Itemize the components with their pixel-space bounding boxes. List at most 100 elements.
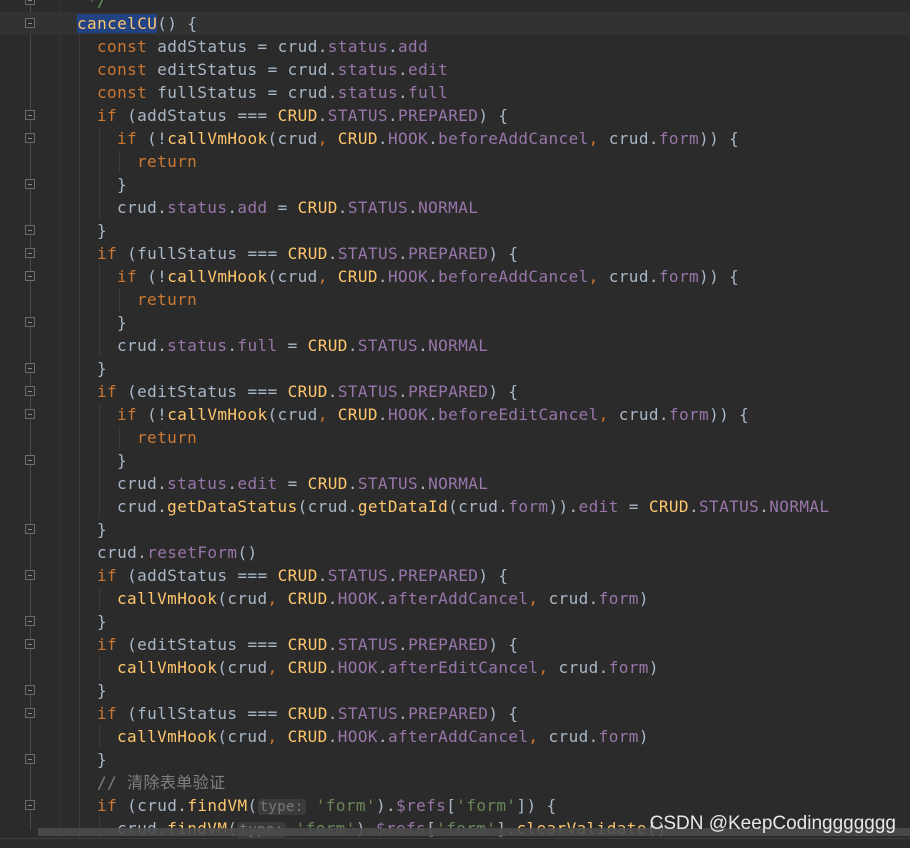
code-editor[interactable]: */ cancelCU() {const addStatus = crud.sta…	[0, 0, 910, 840]
code-token: (fullStatus ===	[127, 244, 288, 263]
code-line[interactable]: callVmHook(crud, CRUD.HOOK.afterAddCance…	[0, 725, 910, 748]
code-line[interactable]: if (fullStatus === CRUD.STATUS.PREPARED)…	[0, 242, 910, 265]
indent-guide	[79, 288, 80, 311]
indent-guide	[99, 472, 100, 495]
fold-toggle-icon[interactable]	[25, 179, 35, 189]
fold-toggle-icon[interactable]	[25, 639, 35, 649]
code-line[interactable]: return	[0, 288, 910, 311]
fold-toggle-icon[interactable]	[25, 708, 35, 718]
code-line[interactable]: */	[0, 0, 910, 12]
fold-toggle-icon[interactable]	[25, 248, 35, 258]
fold-toggle-icon[interactable]	[25, 685, 35, 695]
indent-guide	[79, 633, 80, 656]
fold-toggle-icon[interactable]	[25, 317, 35, 327]
code-token: */	[77, 0, 108, 10]
code-token: PREPARED	[398, 106, 479, 125]
code-token: form	[658, 267, 700, 286]
fold-toggle-icon[interactable]	[25, 616, 35, 626]
code-text: if (editStatus === CRUD.STATUS.PREPARED)…	[97, 380, 518, 403]
code-token: )	[638, 727, 649, 746]
code-line[interactable]: }	[0, 518, 910, 541]
code-token: CRUD	[277, 106, 318, 125]
code-line[interactable]: if (!callVmHook(crud, CRUD.HOOK.beforeEd…	[0, 403, 910, 426]
code-line[interactable]: return	[0, 426, 910, 449]
fold-toggle-icon[interactable]	[25, 455, 35, 465]
code-line[interactable]: if (fullStatus === CRUD.STATUS.PREPARED)…	[0, 702, 910, 725]
code-line[interactable]: const editStatus = crud.status.edit	[0, 58, 910, 81]
code-token: HOOK	[387, 129, 429, 148]
fold-toggle-icon[interactable]	[25, 386, 35, 396]
fold-toggle-icon[interactable]	[25, 363, 35, 373]
code-token: callVmHook	[117, 658, 218, 677]
code-line[interactable]: const addStatus = crud.status.add	[0, 35, 910, 58]
code-line[interactable]: return	[0, 150, 910, 173]
code-text: callVmHook(crud, CRUD.HOOK.afterAddCance…	[117, 725, 649, 748]
indent-guide	[79, 771, 80, 794]
code-line[interactable]: if (editStatus === CRUD.STATUS.PREPARED)…	[0, 380, 910, 403]
code-line[interactable]: if (addStatus === CRUD.STATUS.PREPARED) …	[0, 564, 910, 587]
code-line[interactable]: crud.getDataStatus(crud.getDataId(crud.f…	[0, 495, 910, 518]
fold-toggle-icon[interactable]	[25, 409, 35, 419]
code-token: .	[398, 244, 409, 263]
indent-guide	[79, 334, 80, 357]
code-line[interactable]: }	[0, 357, 910, 380]
code-token: }	[117, 175, 128, 194]
fold-toggle-icon[interactable]	[25, 754, 35, 764]
indent-guide	[79, 196, 80, 219]
code-text: }	[97, 357, 107, 380]
code-token: if	[97, 704, 128, 723]
code-token: (crud.	[297, 497, 358, 516]
code-line[interactable]: if (addStatus === CRUD.STATUS.PREPARED) …	[0, 104, 910, 127]
fold-toggle-icon[interactable]	[25, 133, 35, 143]
code-line[interactable]: }	[0, 173, 910, 196]
code-line[interactable]: crud.status.edit = CRUD.STATUS.NORMAL	[0, 472, 910, 495]
code-line[interactable]: }	[0, 679, 910, 702]
indent-guide	[79, 127, 80, 150]
fold-toggle-icon[interactable]	[25, 0, 35, 5]
code-token: CRUD	[287, 382, 328, 401]
code-line[interactable]: callVmHook(crud, CRUD.HOOK.afterEditCanc…	[0, 656, 910, 679]
fold-toggle-icon[interactable]	[25, 18, 35, 28]
code-token: (crud	[217, 589, 268, 608]
code-token: findVM	[187, 796, 248, 815]
code-token: if	[117, 405, 148, 424]
fold-toggle-icon[interactable]	[25, 225, 35, 235]
fold-toggle-icon[interactable]	[25, 271, 35, 281]
code-line[interactable]: }	[0, 311, 910, 334]
code-text: callVmHook(crud, CRUD.HOOK.afterEditCanc…	[117, 656, 659, 679]
fold-toggle-icon[interactable]	[25, 524, 35, 534]
code-token: PREPARED	[408, 244, 489, 263]
code-text: crud.status.edit = CRUD.STATUS.NORMAL	[117, 472, 488, 495]
code-token: .	[398, 83, 409, 102]
code-token: (	[247, 796, 258, 815]
code-line[interactable]: // 清除表单验证	[0, 771, 910, 794]
indent-guide	[99, 426, 100, 449]
code-token: return	[137, 428, 198, 447]
code-text: return	[137, 288, 197, 311]
code-token: .	[327, 727, 338, 746]
code-line[interactable]: crud.resetForm()	[0, 541, 910, 564]
code-token: HOOK	[337, 658, 378, 677]
code-line[interactable]: }	[0, 219, 910, 242]
code-line[interactable]: }	[0, 610, 910, 633]
code-line[interactable]: crud.status.add = CRUD.STATUS.NORMAL	[0, 196, 910, 219]
fold-toggle-icon[interactable]	[25, 570, 35, 580]
code-line[interactable]: if (editStatus === CRUD.STATUS.PREPARED)…	[0, 633, 910, 656]
code-line[interactable]: callVmHook(crud, CRUD.HOOK.afterAddCance…	[0, 587, 910, 610]
code-token: .	[377, 129, 388, 148]
code-line[interactable]: if (!callVmHook(crud, CRUD.HOOK.beforeAd…	[0, 127, 910, 150]
code-line[interactable]: }	[0, 748, 910, 771]
code-line[interactable]: cancelCU() {	[0, 12, 910, 35]
code-text: const fullStatus = crud.status.full	[97, 81, 448, 104]
code-token: addStatus = crud.	[157, 37, 328, 56]
code-line[interactable]: crud.status.full = CRUD.STATUS.NORMAL	[0, 334, 910, 357]
code-line[interactable]: if (!callVmHook(crud, CRUD.HOOK.beforeAd…	[0, 265, 910, 288]
code-line[interactable]: const fullStatus = crud.status.full	[0, 81, 910, 104]
code-token: 'form'	[456, 796, 517, 815]
code-token: ,	[267, 589, 288, 608]
fold-toggle-icon[interactable]	[25, 110, 35, 120]
code-line[interactable]: }	[0, 449, 910, 472]
code-token: ) {	[478, 106, 509, 125]
code-token: ).	[375, 796, 397, 815]
fold-toggle-icon[interactable]	[25, 800, 35, 810]
